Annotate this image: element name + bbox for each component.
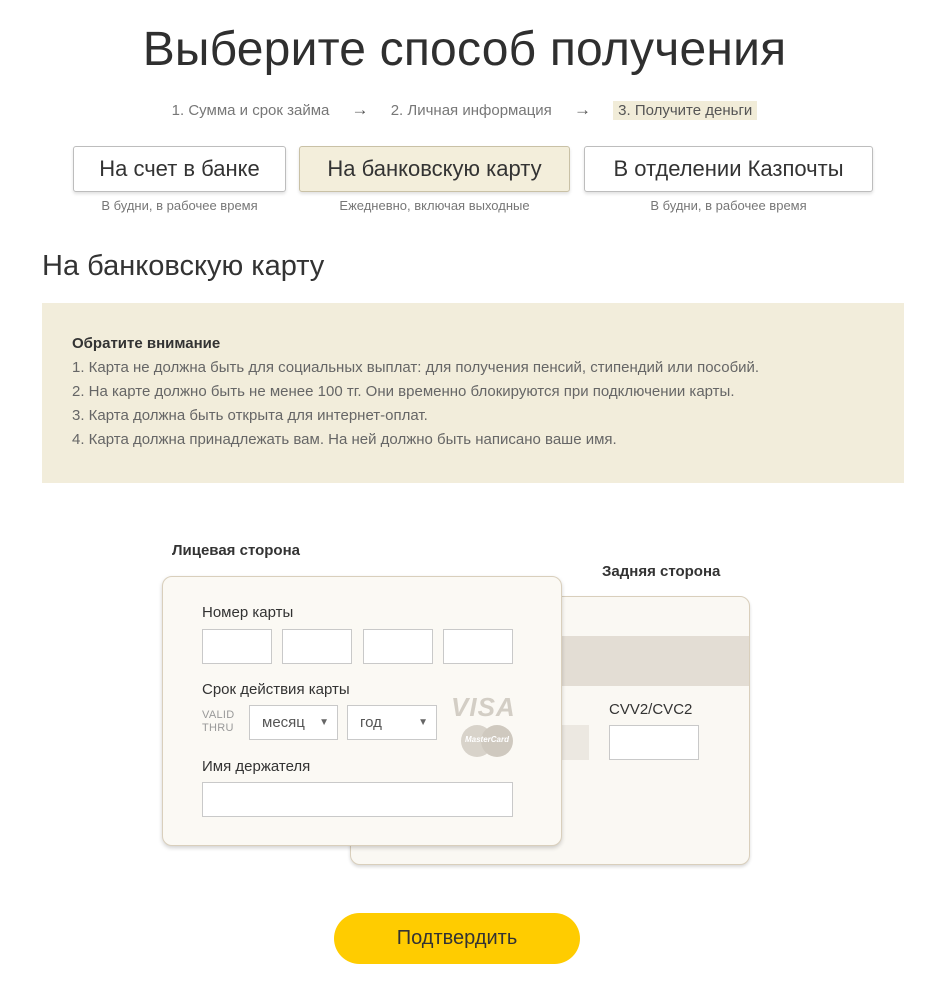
step-3-active: 3. Получите деньги [613,100,758,120]
method-bank-card-button[interactable]: На банковскую карту [299,146,570,192]
cvv-label: CVV2/CVC2 [609,701,693,718]
month-select[interactable]: месяц ▼ [249,705,338,740]
card-number-input-2[interactable] [282,629,352,664]
card-front: Номер карты Срок действия карты VALID TH… [162,576,562,846]
page-title: Выберите способ получения [142,23,787,76]
step-2: 2. Личная информация [390,101,552,119]
method-kazpost-button[interactable]: В отделении Казпочты [584,146,873,192]
notice-item: 3. Карта должна быть открыта для интерне… [72,407,428,424]
method-bank-account-note: В будни, в рабочее время [101,198,258,213]
notice-title: Обратите внимание [72,335,221,352]
method-kazpost-note: В будни, в рабочее время [650,198,807,213]
card-number-input-3[interactable] [363,629,433,664]
card-number-label: Номер карты [202,604,294,621]
mastercard-text: MasterCard [464,735,509,744]
visa-logo: VISA [451,692,516,722]
card-number-input-4[interactable] [443,629,513,664]
chevron-down-icon: ▼ [418,717,428,728]
notice-item: 2. На карте должно быть не менее 100 тг.… [72,383,735,400]
holder-label: Имя держателя [202,758,311,775]
card-number-input-1[interactable] [202,629,272,664]
cvv-input[interactable] [609,725,699,760]
delivery-method-tabs: На счет в банке В будни, в рабочее время… [0,146,929,226]
section-title: На банковскую карту [42,250,325,282]
valid-thru-line: VALID [202,709,235,721]
valid-thru-line: THRU [202,722,234,734]
notice-item: 4. Карта должна принадлежать вам. На ней… [72,431,617,448]
valid-thru-label: VALID THRU [202,709,234,735]
expiry-label: Срок действия карты [202,681,350,698]
year-select-value: год [360,714,382,731]
arrow-right-icon: → [573,100,591,119]
notice-item: 1. Карта не должна быть для социальных в… [72,359,760,376]
arrow-right-icon: → [351,100,369,119]
mastercard-logo: MasterCard [461,725,513,757]
month-select-value: месяц [262,714,305,731]
year-select[interactable]: год ▼ [347,705,437,740]
holder-name-input[interactable] [202,782,513,817]
step-1: 1. Сумма и срок займа [171,101,330,119]
notice-box: Обратите внимание 1. Карта не должна быт… [42,303,904,483]
method-bank-card-note: Ежедневно, включая выходные [339,198,530,213]
method-bank-account-button[interactable]: На счет в банке [73,146,286,192]
confirm-button[interactable]: Подтвердить [334,913,580,964]
card-back-label: Задняя сторона [602,563,721,580]
chevron-down-icon: ▼ [319,717,329,728]
progress-steps: 1. Сумма и срок займа → 2. Личная информ… [0,100,929,120]
card-front-label: Лицевая сторона [172,542,300,559]
